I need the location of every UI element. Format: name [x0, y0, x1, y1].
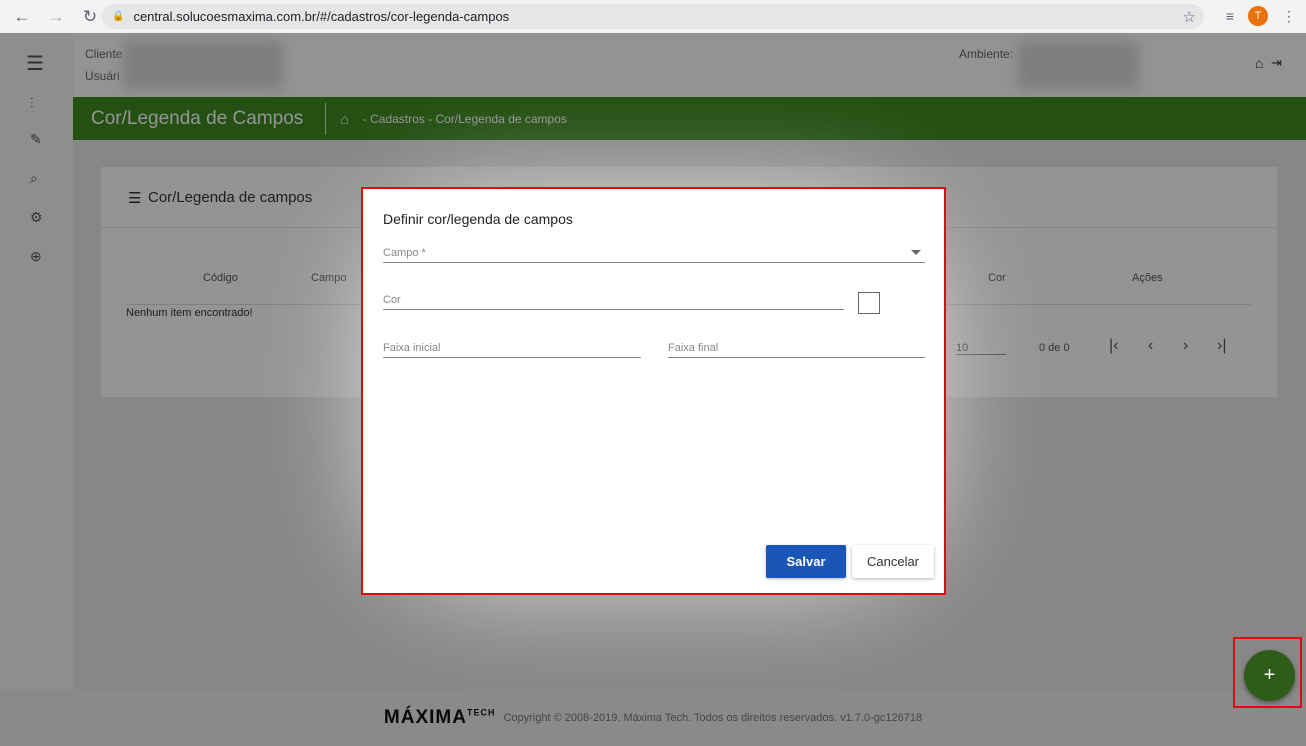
- lock-icon: 🔒: [112, 11, 125, 22]
- dropdown-caret-icon: [911, 250, 921, 255]
- forward-icon[interactable]: →: [44, 7, 68, 27]
- star-icon[interactable]: ☆: [1183, 8, 1196, 26]
- avatar[interactable]: T: [1248, 6, 1268, 26]
- cor-input[interactable]: Cor: [383, 294, 844, 310]
- dialog-title: Definir cor/legenda de campos: [383, 211, 573, 227]
- define-color-dialog: Definir cor/legenda de campos Campo * Co…: [361, 187, 946, 595]
- faixa-final-input[interactable]: Faixa final: [668, 342, 925, 358]
- address-bar[interactable]: 🔒 central.solucoesmaxima.com.br/#/cadast…: [102, 4, 1204, 29]
- url-text: central.solucoesmaxima.com.br/#/cadastro…: [133, 9, 510, 24]
- media-icon[interactable]: ≡: [1226, 8, 1234, 24]
- save-button[interactable]: Salvar: [766, 545, 846, 578]
- color-swatch[interactable]: [858, 292, 880, 314]
- browser-toolbar: ← → ↻ 🔒 central.solucoesmaxima.com.br/#/…: [0, 0, 1306, 33]
- cancel-button[interactable]: Cancelar: [852, 545, 934, 578]
- campo-select[interactable]: Campo *: [383, 247, 925, 263]
- back-icon[interactable]: ←: [10, 7, 34, 27]
- reload-icon[interactable]: ↻: [78, 7, 102, 27]
- faixa-inicial-input[interactable]: Faixa inicial: [383, 342, 641, 358]
- menu-icon[interactable]: ⋮: [1282, 8, 1296, 25]
- add-button[interactable]: +: [1244, 650, 1295, 701]
